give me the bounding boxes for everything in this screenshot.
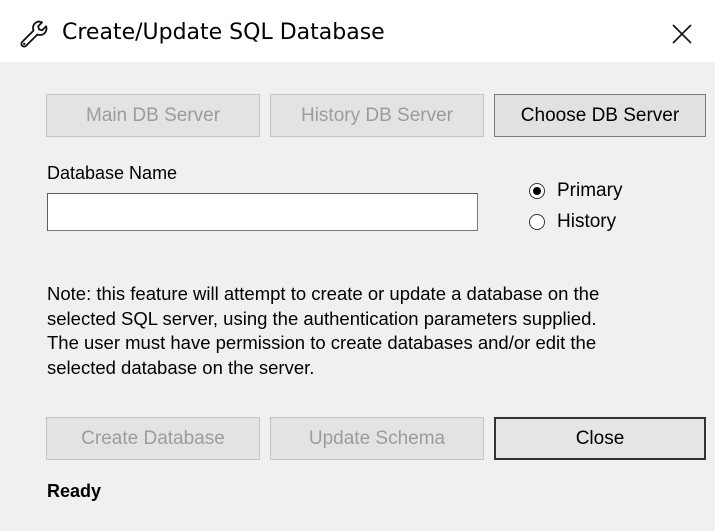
radio-history-dot[interactable]	[529, 214, 545, 230]
choose-db-server-button[interactable]: Choose DB Server	[494, 94, 706, 137]
update-schema-button[interactable]: Update Schema	[270, 417, 484, 460]
radio-primary[interactable]: Primary	[529, 180, 622, 202]
create-database-button[interactable]: Create Database	[46, 417, 260, 460]
window-title: Create/Update SQL Database	[62, 20, 385, 45]
radio-primary-label: Primary	[557, 180, 623, 201]
database-name-input[interactable]	[47, 193, 478, 231]
radio-primary-dot[interactable]	[529, 183, 545, 199]
title-bar: Create/Update SQL Database	[0, 0, 715, 62]
database-name-label: Database Name	[47, 163, 178, 183]
note-text: Note: this feature will attempt to creat…	[47, 283, 600, 378]
dialog-window: Create/Update SQL Database Main DB Serve…	[0, 0, 715, 531]
wrench-icon	[20, 20, 48, 48]
radio-history-label: History	[557, 211, 617, 232]
close-icon[interactable]	[668, 20, 696, 48]
close-button[interactable]: Close	[494, 417, 706, 460]
status-text: Ready	[47, 481, 102, 501]
history-db-server-button[interactable]: History DB Server	[270, 94, 484, 137]
radio-history[interactable]: History	[529, 211, 616, 233]
main-db-server-button[interactable]: Main DB Server	[46, 94, 260, 137]
